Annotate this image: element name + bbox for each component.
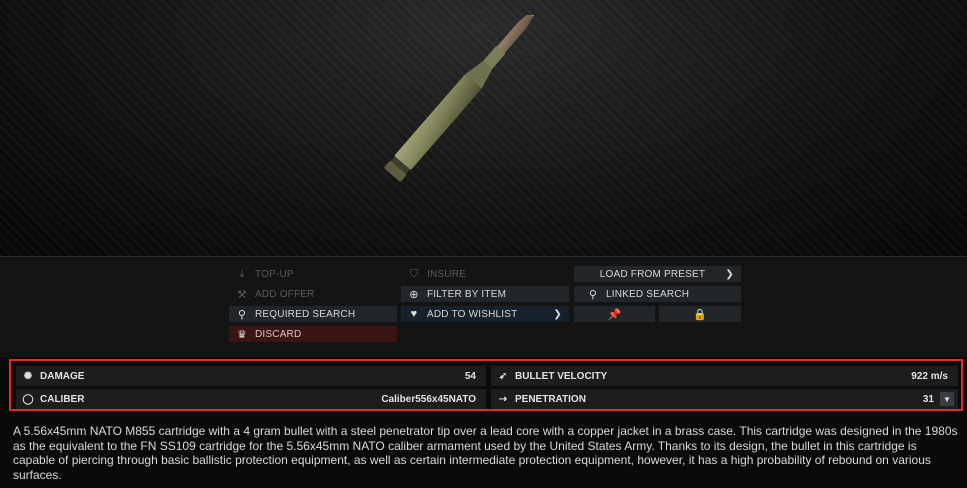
load-from-preset-label: LOAD FROM PRESET bbox=[599, 268, 706, 280]
item-preview bbox=[0, 0, 967, 256]
filter-by-item-button[interactable]: ⊕ FILTER BY ITEM bbox=[401, 286, 569, 302]
cartridge-image bbox=[384, 15, 541, 182]
bullet-icon: ➶ bbox=[498, 370, 508, 382]
add-to-wishlist-label: ADD TO WISHLIST bbox=[427, 308, 518, 320]
filter-by-item-label: FILTER BY ITEM bbox=[427, 288, 507, 300]
linked-search-label: LINKED SEARCH bbox=[606, 288, 690, 300]
download-arrow-icon: ⤓ bbox=[239, 267, 245, 280]
bullet-velocity-value: 922 m/s bbox=[911, 370, 948, 382]
lock-button[interactable]: 🔒 bbox=[659, 306, 741, 322]
lock-icon: 🔒 bbox=[693, 308, 707, 321]
damage-stat: ✺ DAMAGE 54 bbox=[16, 366, 486, 386]
add-offer-button[interactable]: ⚒ ADD OFFER bbox=[229, 286, 397, 302]
discard-button[interactable]: ♛ DISCARD bbox=[229, 326, 397, 342]
linked-search-button[interactable]: ⚲ LINKED SEARCH bbox=[574, 286, 741, 302]
hammer-icon: ⚒ bbox=[236, 288, 248, 301]
penetration-stat: ⇢ PENETRATION 31 ▼ bbox=[491, 389, 958, 409]
item-action-panel: ⤓ TOP-UP ⚒ ADD OFFER ⚲ REQUIRED SEARCH ♛… bbox=[0, 256, 967, 357]
discard-label: DISCARD bbox=[255, 328, 302, 340]
pin-icon: 📌 bbox=[607, 308, 622, 321]
penetration-icon: ⇢ bbox=[498, 393, 508, 405]
item-description: A 5.56x45mm NATO M855 cartridge with a 4… bbox=[13, 424, 958, 482]
caliber-stat: ◯ CALIBER Caliber556x45NATO bbox=[16, 389, 486, 409]
penetration-label: PENETRATION bbox=[515, 393, 586, 405]
penetration-value: 31 bbox=[922, 393, 934, 405]
caliber-icon: ◯ bbox=[22, 393, 34, 405]
nodes-icon: ⚲ bbox=[588, 288, 598, 301]
add-to-wishlist-button[interactable]: ♥ ADD TO WISHLIST ❯ bbox=[401, 306, 569, 322]
caliber-value: Caliber556x45NATO bbox=[381, 393, 476, 405]
damage-icon: ✺ bbox=[23, 370, 33, 382]
damage-value: 54 bbox=[464, 370, 476, 382]
chevron-right-icon: ❯ bbox=[553, 308, 562, 320]
item-stats-panel: ✺ DAMAGE 54 ◯ CALIBER Caliber556x45NATO … bbox=[9, 359, 963, 411]
pin-button[interactable]: 📌 bbox=[574, 306, 655, 322]
bullet-velocity-stat: ➶ BULLET VELOCITY 922 m/s bbox=[491, 366, 958, 386]
required-search-button[interactable]: ⚲ REQUIRED SEARCH bbox=[229, 306, 397, 322]
magnifier-icon: ⊕ bbox=[409, 288, 419, 301]
bullet-velocity-label: BULLET VELOCITY bbox=[515, 370, 608, 382]
nodes-icon: ⚲ bbox=[237, 308, 247, 321]
required-search-label: REQUIRED SEARCH bbox=[255, 308, 356, 320]
penetration-dropdown-button[interactable]: ▼ bbox=[940, 392, 954, 406]
caliber-label: CALIBER bbox=[40, 393, 85, 405]
insure-label: INSURE bbox=[427, 268, 466, 280]
chevron-down-icon: ▼ bbox=[943, 394, 951, 404]
shield-icon: ⛉ bbox=[409, 267, 419, 280]
damage-label: DAMAGE bbox=[40, 370, 85, 382]
chevron-right-icon: ❯ bbox=[725, 268, 734, 280]
crown-icon: ♛ bbox=[236, 328, 248, 341]
insure-button[interactable]: ⛉ INSURE bbox=[401, 266, 569, 282]
top-up-button[interactable]: ⤓ TOP-UP bbox=[229, 266, 397, 282]
heart-icon: ♥ bbox=[410, 308, 418, 320]
add-offer-label: ADD OFFER bbox=[255, 288, 315, 300]
top-up-label: TOP-UP bbox=[255, 268, 294, 280]
load-from-preset-button[interactable]: LOAD FROM PRESET ❯ bbox=[574, 266, 741, 282]
